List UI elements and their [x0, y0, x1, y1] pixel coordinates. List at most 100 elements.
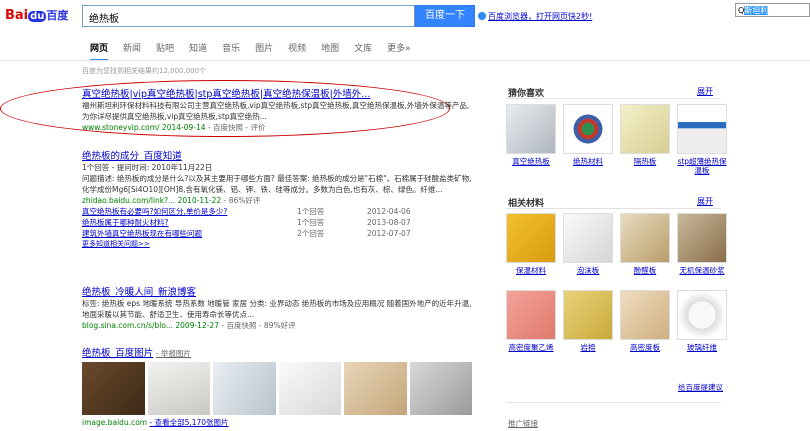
- related-tile-image: [677, 213, 727, 263]
- search-input[interactable]: 绝热板: [82, 5, 415, 27]
- result-1-snapshot[interactable]: - 百度快照 - 评价: [208, 123, 266, 132]
- related-tile-image: [506, 290, 556, 340]
- related-question-answers: 2个回答: [297, 229, 325, 238]
- related-question-date: 2012-07-07: [367, 229, 411, 238]
- browser-icon: [478, 12, 486, 20]
- like-tile-image: [563, 104, 613, 154]
- result-3-title[interactable]: 绝热板_冷暖人间_新浪博客: [82, 284, 472, 298]
- related-tile-caption[interactable]: 泡沫板: [563, 266, 613, 275]
- related-expand-link[interactable]: 展开: [697, 196, 713, 207]
- related-tile-caption[interactable]: 玻璃纤维: [677, 343, 727, 352]
- image-thumb[interactable]: [82, 362, 145, 415]
- like-tile[interactable]: 真空绝热板: [506, 104, 556, 166]
- related-tile[interactable]: 无机保温砂浆: [677, 213, 727, 275]
- nav-tabs: 网页 新闻 贴吧 知道 音乐 图片 视频 地图 文库 更多»: [90, 41, 426, 61]
- image-thumb[interactable]: [147, 362, 210, 415]
- result-3-url[interactable]: blog.sina.com.cn/s/blo... 2009-12-27: [82, 321, 219, 330]
- baidu-logo[interactable]: Bai du 百度: [5, 7, 75, 27]
- result-1-desc: 福州斯坦利环保材料科技有限公司主营真空绝热板,vip真空绝热板,stp真空绝热板…: [82, 101, 470, 121]
- like-tile-caption[interactable]: stp超薄绝热保温板: [677, 157, 727, 175]
- related-tile-caption[interactable]: 酚醛板: [620, 266, 670, 275]
- search-button[interactable]: 百度一下: [415, 5, 475, 27]
- like-tile-image: [677, 104, 727, 154]
- result-4: 绝热板_百度图片 - 举报图片 image.baidu.com - 查看全部5,…: [82, 345, 472, 428]
- nav-divider: [0, 60, 810, 61]
- result-2-url-row: zhidao.baidu.com/link?... 2010-11-22 - 8…: [82, 195, 472, 206]
- right-divider: [506, 402, 721, 403]
- sponsored-link-label[interactable]: 推广链接: [508, 418, 538, 429]
- result-4-title[interactable]: 绝热板_百度图片: [82, 348, 153, 359]
- related-tile[interactable]: 高密度板: [620, 290, 670, 352]
- tab-map[interactable]: 地图: [321, 41, 339, 61]
- result-4-url-row: image.baidu.com - 查看全部5,170张图片: [82, 417, 472, 428]
- related-tile[interactable]: 酚醛板: [620, 213, 670, 275]
- result-3-url-row: blog.sina.com.cn/s/blo... 2009-12-27 - 百…: [82, 320, 472, 331]
- related-tile-caption[interactable]: 保温材料: [506, 266, 556, 275]
- image-thumb[interactable]: [344, 362, 407, 415]
- view-all-images-link[interactable]: - 查看全部5,170张图片: [150, 418, 229, 427]
- logo-bai: Bai: [5, 8, 29, 23]
- result-4-url[interactable]: image.baidu.com: [82, 418, 147, 427]
- like-tile[interactable]: stp超薄绝热保温板: [677, 104, 727, 175]
- result-2: 绝热板的成分_百度知道 1个回答 - 提问时间: 2010年11月22日 问题描…: [82, 148, 472, 250]
- related-tile[interactable]: 保温材料: [506, 213, 556, 275]
- browser-promo-link[interactable]: 百度浏览器，打开网页快2秒!: [488, 11, 592, 22]
- report-image-link[interactable]: - 举报图片: [156, 349, 191, 358]
- more-questions-link[interactable]: 更多知道相关问题>>: [82, 239, 472, 250]
- related-question-answers: 1个回答: [297, 218, 325, 227]
- tab-tieba[interactable]: 贴吧: [156, 41, 174, 61]
- result-2-rating[interactable]: - 86%好评: [224, 196, 261, 205]
- like-tile[interactable]: 隔热板: [620, 104, 670, 166]
- result-3-desc: 标签: 绝热板 eps 地暖系统 导热系数 地暖管 家居 分类: 业界动态 绝热…: [82, 299, 472, 319]
- like-tile-image: [506, 104, 556, 154]
- tab-wenku[interactable]: 文库: [354, 41, 372, 61]
- tab-images[interactable]: 图片: [255, 41, 273, 61]
- image-thumb[interactable]: [278, 362, 341, 415]
- top-right-selected: 斯坦利: [744, 6, 769, 15]
- related-question-link[interactable]: 真空绝热板有必要吗?如何区分,单价是多少?: [82, 206, 297, 217]
- related-question-link[interactable]: 绝热板属于哪种耐火材料?: [82, 217, 297, 228]
- right-divider: [506, 208, 721, 209]
- like-tile-caption[interactable]: 绝热材料: [563, 157, 613, 166]
- result-2-url[interactable]: zhidao.baidu.com/link?... 2010-11-22: [82, 196, 221, 205]
- related-tile-image: [563, 290, 613, 340]
- related-tile-image: [677, 290, 727, 340]
- related-tile-caption[interactable]: 无机保温砂浆: [677, 266, 727, 275]
- image-thumb[interactable]: [213, 362, 276, 415]
- result-3-snapshot[interactable]: - 百度快照 - 89%好评: [221, 321, 295, 330]
- like-tile-caption[interactable]: 隔热板: [620, 157, 670, 166]
- logo-cn: 百度: [46, 9, 69, 22]
- related-tile[interactable]: 高密度聚乙烯: [506, 290, 556, 352]
- result-1-title[interactable]: 真空绝热板|vip真空绝热板|stp真空绝热板|真空绝热保温板|外墙外...: [82, 86, 472, 100]
- tab-more[interactable]: 更多»: [387, 41, 411, 61]
- logo-paw-icon: du: [28, 11, 47, 22]
- related-question-link[interactable]: 建筑外墙真空绝热板现在有哪些问题: [82, 228, 297, 239]
- related-question-date: 2012-04-06: [367, 207, 411, 216]
- related-question-answers: 1个回答: [297, 207, 325, 216]
- top-right-input[interactable]: Q斯坦利: [735, 3, 810, 17]
- tab-zhidao[interactable]: 知道: [189, 41, 207, 61]
- related-tile-caption[interactable]: 岩棉: [563, 343, 613, 352]
- result-2-desc: 问题描述: 绝热板的成分是什么?以及其主要用于哪些方面? 最佳答案: 绝热板的成…: [82, 174, 472, 194]
- feedback-link[interactable]: 给百度提建议: [678, 382, 723, 393]
- like-tile[interactable]: 绝热材料: [563, 104, 613, 166]
- related-tile-caption[interactable]: 高密度板: [620, 343, 670, 352]
- tab-web[interactable]: 网页: [90, 41, 109, 61]
- related-tile-caption[interactable]: 高密度聚乙烯: [506, 343, 556, 352]
- related-tile[interactable]: 泡沫板: [563, 213, 613, 275]
- guess-expand-link[interactable]: 展开: [697, 86, 713, 97]
- tab-video[interactable]: 视频: [288, 41, 306, 61]
- result-3: 绝热板_冷暖人间_新浪博客 标签: 绝热板 eps 地暖系统 导热系数 地暖管 …: [82, 284, 472, 331]
- like-tile-image: [620, 104, 670, 154]
- result-count: 百度为您找到相关结果约12,000,000个: [82, 67, 207, 75]
- result-1-url[interactable]: www.stoneyvip.com/ 2014-09-14: [82, 123, 206, 132]
- tab-news[interactable]: 新闻: [123, 41, 141, 61]
- related-tile-image: [620, 213, 670, 263]
- tab-music[interactable]: 音乐: [222, 41, 240, 61]
- related-question-row: 真空绝热板有必要吗?如何区分,单价是多少? 1个回答 2012-04-06: [82, 206, 472, 217]
- like-tile-caption[interactable]: 真空绝热板: [506, 157, 556, 166]
- image-thumb[interactable]: [409, 362, 472, 415]
- related-tile[interactable]: 玻璃纤维: [677, 290, 727, 352]
- related-tile[interactable]: 岩棉: [563, 290, 613, 352]
- result-2-title[interactable]: 绝热板的成分_百度知道: [82, 148, 472, 162]
